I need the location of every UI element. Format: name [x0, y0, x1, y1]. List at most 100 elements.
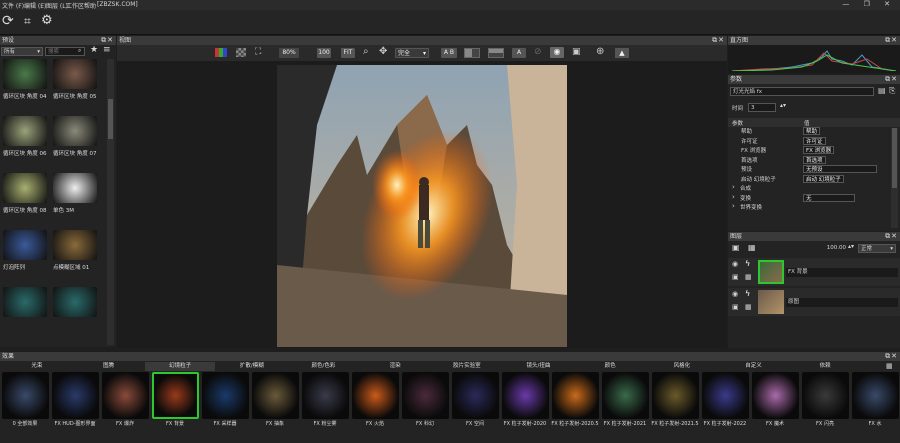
layer-row[interactable]: ◉ ϟ ▣ ▦ FX 背景 [728, 258, 900, 286]
effect-thumbnail[interactable] [152, 372, 199, 419]
effect-category-tab[interactable]: 颜色/色彩 [289, 362, 359, 371]
effect-thumbnail[interactable] [552, 372, 599, 419]
preset-thumbnail[interactable] [3, 116, 47, 146]
canvas-image[interactable] [277, 65, 567, 347]
param-value[interactable]: 启动 幻境粒子 [803, 174, 844, 183]
layer-thumbnail[interactable] [758, 290, 784, 314]
effect-category-tab[interactable]: 图腾 [74, 362, 144, 371]
menu-file[interactable]: 文件 (F) [2, 1, 24, 10]
layer-row[interactable]: ◉ ϟ ▣ ▦ 原图 [728, 288, 900, 316]
opacity-stepper[interactable]: ▴▾ [848, 243, 854, 250]
preset-thumbnail[interactable] [3, 230, 47, 260]
preset-thumbnail[interactable] [3, 59, 47, 89]
expand-chevron-icon[interactable]: › [732, 193, 735, 201]
effect-category-tab[interactable]: 颜色 [575, 362, 645, 371]
layer-name[interactable]: FX 背景 [786, 268, 898, 277]
effect-thumbnail[interactable] [702, 372, 749, 419]
layer-thumbnail[interactable] [758, 260, 784, 284]
eye-icon[interactable]: ◉ [732, 260, 738, 268]
eye-icon[interactable]: ◉ [732, 290, 738, 298]
effect-category-tab[interactable]: 扩散/模糊 [217, 362, 287, 371]
effect-thumbnail[interactable] [602, 372, 649, 419]
effect-thumbnail[interactable] [302, 372, 349, 419]
effect-category-tab[interactable]: 幻境粒子 [145, 362, 215, 371]
view-mode-select[interactable]: 完全 ▾ [395, 48, 429, 58]
effect-thumbnail[interactable] [652, 372, 699, 419]
effect-thumbnail[interactable] [402, 372, 449, 419]
effect-thumbnail[interactable] [52, 372, 99, 419]
params-scrollbar[interactable] [891, 128, 898, 228]
effect-thumbnail[interactable] [502, 372, 549, 419]
checker-icon[interactable] [236, 48, 246, 57]
magnify-icon[interactable]: ⌕ [363, 46, 369, 57]
mask-icon[interactable]: ▣ [732, 303, 739, 311]
layer-opacity-field[interactable]: 100.00 [818, 244, 846, 253]
lock-icon[interactable]: ▦ [745, 303, 752, 311]
split-view-icon[interactable] [464, 48, 480, 58]
preset-thumbnail[interactable] [53, 230, 97, 260]
effect-thumbnail[interactable] [252, 372, 299, 419]
layer-settings-icon[interactable]: ▦ [748, 243, 756, 252]
effect-thumbnail[interactable] [752, 372, 799, 419]
star-icon[interactable]: ★ [90, 45, 98, 55]
copy-icon[interactable]: ⎘ [889, 86, 895, 96]
search-icon[interactable]: ⌕ [78, 47, 81, 55]
lock-icon[interactable]: ▦ [745, 273, 752, 281]
camera-icon[interactable]: ◉ [550, 47, 564, 58]
link-icon[interactable]: ⊘ [534, 47, 542, 57]
gear-icon[interactable]: ⚙ [41, 13, 53, 28]
effect-category-tab[interactable]: 胶片实验室 [432, 362, 502, 371]
time-stepper[interactable]: ▴▾ [780, 102, 786, 109]
window-controls[interactable]: — ❐ ✕ [842, 0, 896, 8]
crop-icon[interactable]: ⌗ [24, 14, 31, 29]
param-value[interactable]: FX 浏览器 [803, 146, 835, 154]
param-value[interactable]: 帮助 [803, 127, 821, 135]
effect-thumbnail[interactable] [202, 372, 249, 419]
refresh-icon[interactable]: ⟳ [2, 13, 14, 29]
crosshair-icon[interactable]: ⊕ [596, 46, 604, 57]
effect-thumbnail[interactable] [102, 372, 149, 419]
param-value[interactable]: 无预设 [803, 165, 877, 173]
text-overlay-button[interactable]: A [512, 48, 526, 58]
param-value[interactable]: 无 [803, 193, 855, 202]
frame-icon[interactable]: ⛶ [255, 47, 261, 57]
rgb-icon[interactable] [215, 48, 227, 57]
effect-category-tab[interactable]: 依赖 [790, 362, 860, 371]
time-field[interactable]: 3 [748, 103, 776, 112]
effect-thumbnail[interactable] [2, 372, 49, 419]
lightning-icon[interactable]: ϟ [745, 259, 750, 268]
panel-controls[interactable]: ⧉✕ [101, 36, 114, 45]
preset-thumbnail[interactable] [53, 116, 97, 146]
grid-view-icon[interactable]: ▦ [886, 362, 893, 370]
effect-category-tab[interactable]: 风格化 [647, 362, 717, 371]
effect-thumbnail[interactable] [452, 372, 499, 419]
split-horizontal-icon[interactable] [488, 48, 504, 58]
panel-controls[interactable]: ⧉✕ [885, 232, 898, 241]
preset-thumbnail[interactable] [3, 287, 47, 317]
panel-controls[interactable]: ⧉✕ [885, 36, 898, 45]
preset-category-select[interactable]: 所有 ▾ [1, 47, 43, 56]
panel-controls[interactable]: ⧉✕ [712, 36, 725, 45]
effect-thumbnail[interactable] [352, 372, 399, 419]
param-value[interactable]: 许可证 [803, 136, 826, 145]
film-icon[interactable]: ▣ [572, 47, 581, 57]
save-icon[interactable]: ▤ [878, 86, 886, 95]
lightning-icon[interactable]: ϟ [745, 289, 750, 298]
zoom-100-button[interactable]: 100 [317, 48, 331, 58]
preset-thumbnail[interactable] [3, 173, 47, 203]
param-value[interactable]: 首选项 [803, 155, 826, 164]
add-layer-icon[interactable]: ▣ [732, 243, 740, 252]
panel-controls[interactable]: ⧉✕ [885, 75, 898, 84]
menu-icon[interactable]: ≡ [103, 45, 111, 55]
effect-thumbnail[interactable] [802, 372, 849, 419]
expand-chevron-icon[interactable]: › [732, 202, 735, 210]
preset-scrollbar[interactable] [107, 59, 114, 345]
effect-category-tab[interactable]: 渲染 [360, 362, 430, 371]
effect-category-tab[interactable]: 自定义 [719, 362, 789, 371]
menu-help[interactable]: 帮助 [84, 1, 96, 10]
effect-thumbnail[interactable] [852, 372, 899, 419]
effect-category-tab[interactable]: 镜头/扭曲 [504, 362, 574, 371]
preset-thumbnail[interactable] [53, 173, 97, 203]
layer-name[interactable]: 原图 [786, 298, 898, 307]
effect-category-tab[interactable]: 光束 [2, 362, 72, 371]
